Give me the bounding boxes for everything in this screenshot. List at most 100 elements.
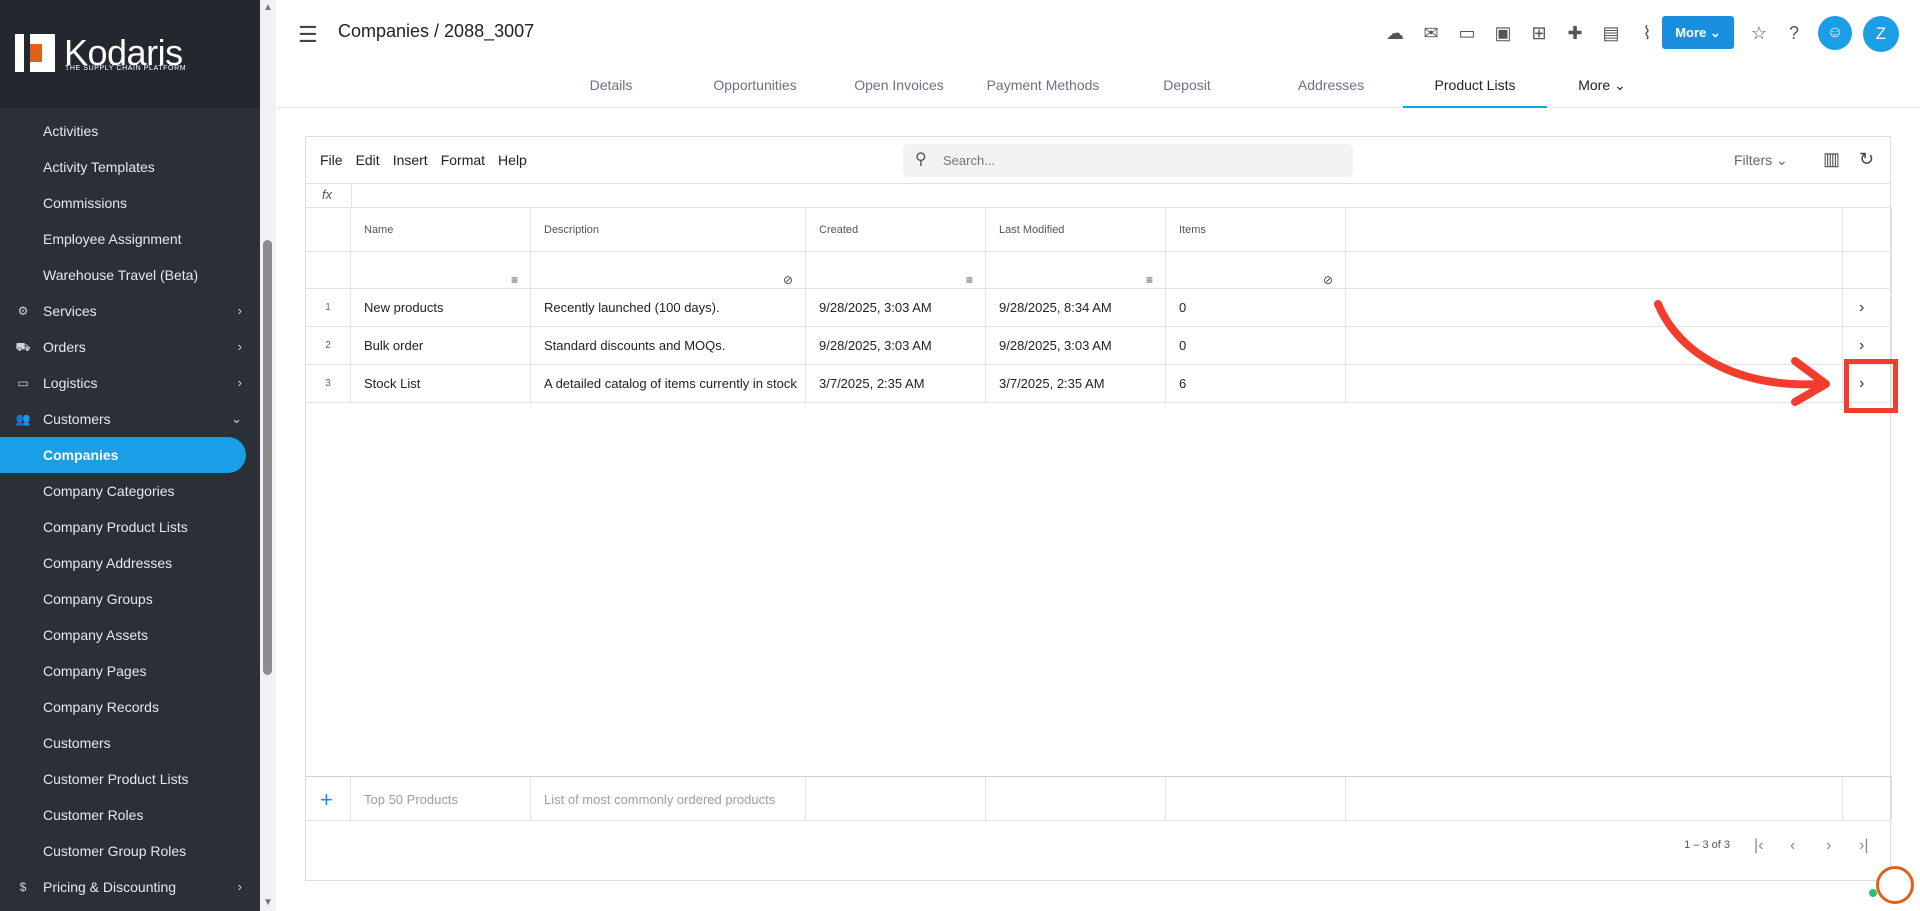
- column-header[interactable]: Description: [531, 208, 806, 252]
- menu-format[interactable]: Format: [441, 152, 485, 168]
- formula-bar[interactable]: fx: [306, 184, 1890, 208]
- hamburger-menu-icon[interactable]: ☰: [298, 22, 318, 48]
- sidebar-item-customer-group-roles[interactable]: Customer Group Roles: [0, 833, 260, 869]
- sidebar-item-activities[interactable]: Activities: [0, 113, 260, 149]
- search-input[interactable]: [943, 144, 1343, 177]
- cell-items[interactable]: 0: [1166, 289, 1346, 327]
- sidebar-item-company-pages[interactable]: Company Pages: [0, 653, 260, 689]
- new-row-description-input[interactable]: List of most commonly ordered products: [531, 776, 806, 821]
- filter-icon[interactable]: ≡: [1146, 262, 1153, 288]
- last-page-icon[interactable]: ›|: [1859, 837, 1868, 855]
- filter-off-icon[interactable]: ⊘: [1323, 262, 1333, 288]
- column-filter-cell[interactable]: ⊘: [1166, 252, 1346, 289]
- star-icon[interactable]: ☆: [1747, 21, 1771, 45]
- sidebar-item-customer-product-lists[interactable]: Customer Product Lists: [0, 761, 260, 797]
- cell-description[interactable]: A detailed catalog of items currently in…: [531, 365, 806, 403]
- menu-help[interactable]: Help: [498, 152, 527, 168]
- kodaris-logo[interactable]: Kodaris THE SUPPLY CHAIN PLATFORM: [0, 0, 260, 108]
- sidebar-item-services[interactable]: ⚙ Services ›: [0, 293, 260, 329]
- sidebar-item-company-addresses[interactable]: Company Addresses: [0, 545, 260, 581]
- cell-created[interactable]: 3/7/2025, 2:35 AM: [806, 365, 986, 403]
- scroll-up-icon[interactable]: ▲: [263, 2, 273, 13]
- refresh-icon[interactable]: ↻: [1859, 149, 1874, 170]
- tab-addresses[interactable]: Addresses: [1259, 72, 1403, 108]
- column-filter-cell[interactable]: ≡: [986, 252, 1166, 289]
- cell-name[interactable]: Stock List: [351, 365, 531, 403]
- sidebar-item-customers[interactable]: 👥 Customers ⌄: [0, 401, 260, 437]
- tab-details[interactable]: Details: [539, 72, 683, 108]
- sidebar-item-employee-assignment[interactable]: Employee Assignment: [0, 221, 260, 257]
- assistant-bot-icon[interactable]: ☺: [1818, 16, 1852, 50]
- tab-product-lists[interactable]: Product Lists: [1403, 72, 1547, 108]
- cell-name[interactable]: New products: [351, 289, 531, 327]
- sidebar-item-company-categories[interactable]: Company Categories: [0, 473, 260, 509]
- new-row-cell[interactable]: [1346, 776, 1843, 821]
- tab-payment-methods[interactable]: Payment Methods: [971, 72, 1115, 108]
- sidebar-item-company-product-lists[interactable]: Company Product Lists: [0, 509, 260, 545]
- cell-created[interactable]: 9/28/2025, 3:03 AM: [806, 327, 986, 365]
- sidebar-item-orders[interactable]: ⛟ Orders ›: [0, 329, 260, 365]
- search-box[interactable]: ⚲: [903, 144, 1353, 177]
- cell-description[interactable]: Recently launched (100 days).: [531, 289, 806, 327]
- menu-file[interactable]: File: [320, 152, 343, 168]
- filter-icon[interactable]: ≡: [511, 262, 518, 288]
- scroll-down-icon[interactable]: ▼: [263, 897, 273, 908]
- cell-items[interactable]: 6: [1166, 365, 1346, 403]
- column-header[interactable]: Items: [1166, 208, 1346, 252]
- sidebar-item-company-records[interactable]: Company Records: [0, 689, 260, 725]
- cell-items[interactable]: 0: [1166, 327, 1346, 365]
- filter-icon[interactable]: ≡: [966, 262, 973, 288]
- attachment-icon[interactable]: ⌇: [1635, 21, 1659, 45]
- add-row-cell[interactable]: +: [306, 776, 351, 821]
- column-filter-cell[interactable]: ⊘: [531, 252, 806, 289]
- add-person-icon[interactable]: ✚: [1563, 21, 1587, 45]
- sidebar-item-warehouse-travel-beta[interactable]: Warehouse Travel (Beta): [0, 257, 260, 293]
- cell-modified[interactable]: 9/28/2025, 3:03 AM: [986, 327, 1166, 365]
- card-icon[interactable]: ▭: [1455, 21, 1479, 45]
- sidebar-item-customers[interactable]: Customers: [0, 725, 260, 761]
- cell-modified[interactable]: 3/7/2025, 2:35 AM: [986, 365, 1166, 403]
- prev-page-icon[interactable]: ‹: [1790, 837, 1795, 855]
- new-row-cell[interactable]: [1843, 776, 1892, 821]
- column-header[interactable]: Created: [806, 208, 986, 252]
- cell-description[interactable]: Standard discounts and MOQs.: [531, 327, 806, 365]
- scrollbar-thumb[interactable]: [263, 240, 272, 675]
- add-file-icon[interactable]: ▤: [1599, 21, 1623, 45]
- new-row-name-input[interactable]: Top 50 Products: [351, 776, 531, 821]
- menu-edit[interactable]: Edit: [356, 152, 380, 168]
- new-row-cell[interactable]: [1166, 776, 1346, 821]
- first-page-icon[interactable]: |‹: [1754, 837, 1763, 855]
- add-screen-icon[interactable]: ⊞: [1527, 21, 1551, 45]
- tab-deposit[interactable]: Deposit: [1115, 72, 1259, 108]
- next-page-icon[interactable]: ›: [1826, 837, 1831, 855]
- filters-dropdown[interactable]: Filters ⌄: [1734, 152, 1788, 169]
- column-filter-cell[interactable]: ≡: [806, 252, 986, 289]
- avatar[interactable]: Z: [1863, 16, 1899, 52]
- gift-card-icon[interactable]: ▣: [1491, 21, 1515, 45]
- sidebar-item-activity-templates[interactable]: Activity Templates: [0, 149, 260, 185]
- columns-icon[interactable]: ▥: [1823, 149, 1840, 170]
- sidebar-item-customer-roles[interactable]: Customer Roles: [0, 797, 260, 833]
- menu-insert[interactable]: Insert: [393, 152, 428, 168]
- sidebar-item-companies[interactable]: Companies: [0, 437, 246, 473]
- chat-support-icon[interactable]: [1876, 866, 1914, 904]
- sidebar-item-company-groups[interactable]: Company Groups: [0, 581, 260, 617]
- cell-modified[interactable]: 9/28/2025, 8:34 AM: [986, 289, 1166, 327]
- plus-icon[interactable]: +: [320, 777, 333, 820]
- new-row-cell[interactable]: [806, 776, 986, 821]
- column-filter-cell[interactable]: ≡: [351, 252, 531, 289]
- sidebar-scrollbar[interactable]: ▲ ▼: [260, 0, 276, 911]
- column-header[interactable]: Name: [351, 208, 531, 252]
- help-icon[interactable]: ?: [1782, 21, 1806, 45]
- filter-off-icon[interactable]: ⊘: [783, 262, 793, 288]
- more-button[interactable]: More ⌄: [1662, 16, 1734, 49]
- open-row-button[interactable]: ›: [1843, 289, 1892, 327]
- cell-name[interactable]: Bulk order: [351, 327, 531, 365]
- sidebar-item-commissions[interactable]: Commissions: [0, 185, 260, 221]
- sidebar-item-logistics[interactable]: ▭ Logistics ›: [0, 365, 260, 401]
- tab-open-invoices[interactable]: Open Invoices: [827, 72, 971, 108]
- cloud-download-icon[interactable]: ☁: [1383, 21, 1407, 45]
- mail-icon[interactable]: ✉: [1419, 21, 1443, 45]
- new-row-cell[interactable]: [986, 776, 1166, 821]
- cell-created[interactable]: 9/28/2025, 3:03 AM: [806, 289, 986, 327]
